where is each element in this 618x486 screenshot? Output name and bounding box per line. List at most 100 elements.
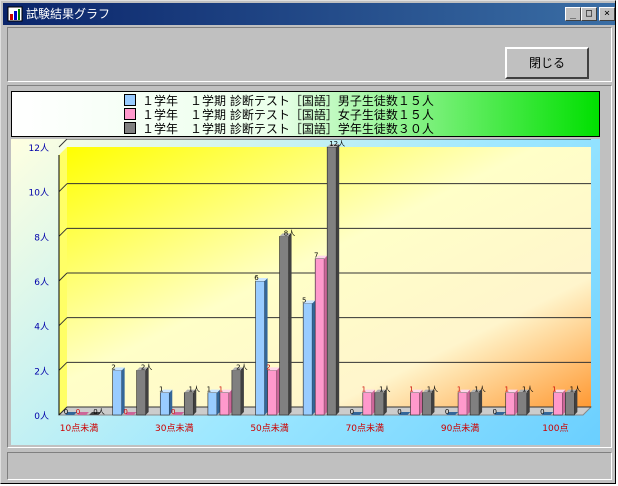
data-label: 2人 bbox=[141, 363, 152, 371]
legend: １学年 １学期 診断テスト［国語］男子生徒数１５人 １学年 １学期 診断テスト［… bbox=[11, 91, 600, 137]
data-label: 2 bbox=[111, 363, 115, 371]
legend-label-total: １学年 １学期 診断テスト［国語］学年生徒数３０人 bbox=[142, 122, 434, 136]
bar-chart: 0人2人4人6人8人10人12人0 0 0人10点未満202人101人30点未満1 1… bbox=[29, 139, 593, 434]
data-label: 12人 bbox=[329, 140, 345, 148]
data-label: 1人 bbox=[570, 386, 581, 394]
bar-girls-side bbox=[467, 389, 471, 415]
x-tick-label: 70点未満 bbox=[346, 422, 384, 434]
x-tick-label: 100点 bbox=[542, 423, 568, 434]
y-tick-label: 10人 bbox=[29, 188, 49, 199]
data-label: 1人 bbox=[189, 386, 200, 394]
bar-boys bbox=[112, 370, 122, 416]
data-label: 2 bbox=[266, 363, 270, 371]
bar-girls-side bbox=[419, 389, 423, 415]
y-tick-label: 2人 bbox=[34, 366, 49, 377]
status-bar bbox=[7, 452, 612, 480]
data-label: 5 bbox=[302, 296, 306, 304]
minimize-button[interactable]: _ bbox=[565, 7, 581, 21]
data-label: 1 bbox=[409, 386, 413, 394]
legend-item-total: １学年 １学期 診断テスト［国語］学年生徒数３０人 bbox=[124, 122, 434, 136]
x-tick-label: 90点未満 bbox=[441, 422, 479, 434]
data-label: 0 bbox=[171, 408, 175, 416]
bar-total bbox=[231, 370, 242, 416]
data-label: 0 bbox=[492, 408, 496, 416]
app-window: 試験結果グラフ _ □ × 閉じる １学年 １学期 診断テスト［国語］男子生徒数… bbox=[0, 0, 616, 484]
data-label: 0 bbox=[76, 408, 80, 416]
bar-total bbox=[136, 370, 146, 416]
data-label: 7 bbox=[314, 252, 318, 260]
bar-girls bbox=[219, 392, 230, 416]
data-label: 0 bbox=[445, 408, 449, 416]
bar-total bbox=[279, 236, 289, 416]
data-label: 1 bbox=[457, 386, 461, 394]
x-tick-label: 10点未満 bbox=[60, 422, 98, 434]
maximize-button[interactable]: □ bbox=[581, 7, 597, 21]
data-label: 0 bbox=[350, 408, 354, 416]
bar-boys bbox=[302, 303, 313, 416]
y-tick-label: 8人 bbox=[34, 232, 49, 243]
bar-girls-side bbox=[371, 389, 375, 415]
close-button[interactable]: 閉じる bbox=[505, 47, 589, 79]
data-label: 8人 bbox=[284, 229, 295, 237]
data-label: 6 bbox=[254, 274, 259, 282]
y-tick-label: 6人 bbox=[34, 277, 49, 288]
y-tick-label: 4人 bbox=[34, 322, 49, 333]
data-label: 1人 bbox=[379, 386, 390, 394]
bar-boys-side bbox=[312, 300, 316, 415]
y-tick-label: 0人 bbox=[34, 411, 49, 422]
data-label: 1 bbox=[207, 386, 211, 394]
legend-label-girls: １学年 １学期 診断テスト［国語］女子生徒数１５人 bbox=[142, 108, 434, 122]
bar-total-side bbox=[336, 144, 340, 415]
data-label: 1 bbox=[219, 386, 223, 394]
legend-item-boys: １学年 １学期 診断テスト［国語］男子生徒数１５人 bbox=[124, 94, 434, 108]
close-window-button[interactable]: × bbox=[599, 7, 615, 21]
bar-total bbox=[374, 392, 385, 416]
x-tick-label: 30点未満 bbox=[155, 422, 193, 434]
data-label: 1人 bbox=[427, 386, 438, 394]
bar-total bbox=[422, 392, 432, 416]
bar-total bbox=[326, 146, 337, 416]
bar-girls-side bbox=[324, 255, 328, 415]
bar-total bbox=[565, 392, 575, 416]
data-label: 0人 bbox=[93, 408, 104, 416]
bar-total-side bbox=[240, 367, 244, 415]
x-tick-label: 50点未満 bbox=[250, 422, 288, 434]
bar-total bbox=[469, 392, 480, 416]
data-label: 0 bbox=[540, 408, 544, 416]
data-label: 2人 bbox=[236, 363, 247, 371]
bar-total-side bbox=[288, 233, 292, 415]
bar-girls-side bbox=[514, 389, 518, 415]
bar-girls-side bbox=[562, 389, 566, 415]
legend-item-girls: １学年 １学期 診断テスト［国語］女子生徒数１５人 bbox=[124, 108, 434, 122]
bar-girls bbox=[505, 392, 516, 416]
window-title: 試験結果グラフ bbox=[26, 7, 111, 21]
grid-line-depth bbox=[58, 139, 68, 148]
data-label: 1人 bbox=[522, 386, 533, 394]
bar-boys bbox=[207, 392, 218, 416]
bar-girls bbox=[457, 392, 468, 416]
data-label: 0 bbox=[123, 408, 127, 416]
bar-girls bbox=[553, 392, 563, 416]
y-tick-label: 12人 bbox=[29, 143, 49, 154]
data-label: 1 bbox=[504, 386, 508, 394]
data-label: 1 bbox=[362, 386, 366, 394]
bar-girls bbox=[362, 392, 373, 416]
title-bar[interactable]: 試験結果グラフ _ □ × bbox=[3, 3, 615, 25]
data-label: 1人 bbox=[474, 386, 485, 394]
bar-girls-side bbox=[276, 367, 280, 415]
legend-swatch-girls bbox=[124, 108, 136, 120]
bar-girls-side bbox=[228, 389, 232, 415]
bar-boys bbox=[255, 280, 265, 416]
app-icon bbox=[7, 6, 23, 22]
bar-boys-side bbox=[264, 278, 268, 415]
data-label: 1 bbox=[159, 386, 163, 394]
legend-swatch-total bbox=[124, 122, 136, 134]
data-label: 1 bbox=[552, 386, 556, 394]
data-label: 0 bbox=[397, 408, 401, 416]
legend-swatch-boys bbox=[124, 94, 136, 106]
bar-total-side bbox=[145, 367, 149, 415]
legend-label-boys: １学年 １学期 診断テスト［国語］男子生徒数１５人 bbox=[142, 94, 434, 108]
bar-boys bbox=[159, 392, 170, 416]
data-label: 0 bbox=[64, 408, 68, 416]
bar-total bbox=[183, 392, 194, 416]
